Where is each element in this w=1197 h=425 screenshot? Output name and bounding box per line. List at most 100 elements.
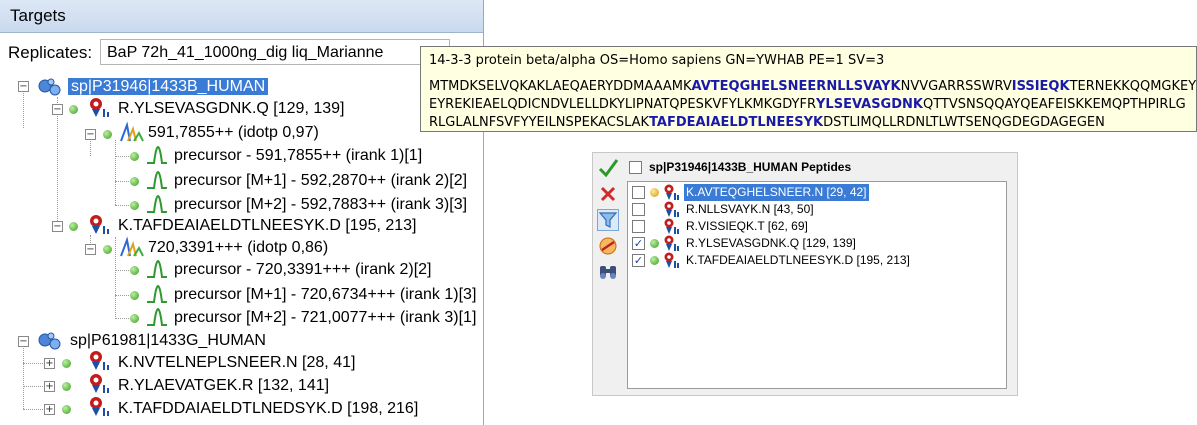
status-dot-icon [130,177,139,186]
tree-transition[interactable]: precursor [M+1] - 720,6734+++ (irank 1)[… [174,284,476,306]
status-dot-icon [130,266,139,275]
peptide-checkbox[interactable] [632,203,645,216]
sequence-text: QTTVSNSQQAYQEAFEISKKEMQPTHPIRLG [922,97,1186,112]
status-dot-icon [103,130,112,139]
collapse-toggle[interactable]: − [85,244,96,255]
tree-peptide[interactable]: R.YLSEVASGDNK.Q [129, 139] [118,98,344,120]
peptides-header: sp|P31946|1433B_HUMAN Peptides [649,160,852,174]
collapse-toggle[interactable]: − [52,104,63,115]
sequence-line: RLGLALNFSVFYYEILNSPEKACSLAKTAFDEAIAELDTL… [429,115,1105,130]
peptide-checkbox[interactable]: ✓ [632,254,645,267]
protein-label[interactable]: sp|P31946|1433B_HUMAN [68,78,269,95]
targets-panel-title: Targets [0,0,483,33]
sequence-highlight: TAFDEAIAELDTLNEESYK [649,115,824,130]
transition-peak-icon [147,284,167,303]
peptide-icon [90,351,109,370]
check-icon [598,159,619,178]
status-dot-icon [62,382,71,391]
peptide-checkbox[interactable] [632,220,645,233]
collapse-toggle[interactable]: − [52,221,63,232]
peptide-checkbox[interactable]: ✓ [632,237,645,250]
expand-toggle[interactable]: + [44,381,55,392]
peptide-label[interactable]: R.YLSEVASGDNK.Q [129, 139] [684,235,858,252]
peptide-icon [90,397,109,416]
collapse-toggle[interactable]: − [18,336,29,347]
tree-transition[interactable]: precursor [M+2] - 721,0077+++ (irank 3)[… [174,307,476,329]
peptide-icon [90,98,109,117]
list-item[interactable]: R.NLLSVAYK.N [43, 50] [628,201,998,218]
peptide-icon [90,215,109,234]
peptide-icon [664,235,679,251]
library-button[interactable] [597,235,619,257]
list-item[interactable]: R.VISSIEQK.T [62, 69] [628,218,998,235]
collapse-toggle[interactable]: − [85,129,96,140]
filter-icon [598,212,618,228]
find-button[interactable] [597,261,619,283]
status-dot-icon [69,222,78,231]
protein-icon [38,78,61,96]
tree-peptide[interactable]: K.TAFDEAIAELDTLNEESYK.D [195, 213] [118,215,417,237]
tree-precursor[interactable]: 720,3391+++ (idotp 0,86) [148,237,328,259]
transition-peak-icon [147,259,167,278]
sequence-text: TERNEKKQQMGKEYRE [1069,79,1197,94]
list-item[interactable]: ✓ K.TAFDEAIAELDTLNEESYK.D [195, 213] [628,252,998,269]
tree-peptide[interactable]: K.TAFDDAIAELDTLNEDSYK.D [198, 216] [118,398,418,420]
x-icon [600,186,616,202]
transition-peak-icon [147,307,167,326]
sequence-text: DSTLIMQLLRDNLTLWTSENQGDEGDAGEGEN [823,115,1105,130]
tree-transition[interactable]: precursor [M+1] - 592,2870++ (irank 2)[2… [174,170,467,192]
filter-button[interactable] [597,209,619,231]
peptide-icon [90,374,109,393]
peptide-label[interactable]: R.NLLSVAYK.N [43, 50] [684,201,816,218]
status-dot-icon [103,245,112,254]
peptide-icon [664,218,679,234]
peptide-icon [664,201,679,217]
protein-icon [38,332,61,350]
select-all-checkbox[interactable] [629,161,642,174]
peptide-label[interactable]: K.TAFDEAIAELDTLNEESYK.D [195, 213] [684,252,912,269]
tree-line [115,140,116,205]
peptide-label[interactable]: K.AVTEQGHELSNEER.N [29, 42] [684,184,869,201]
peptide-label[interactable]: R.VISSIEQK.T [62, 69] [684,218,810,235]
replicates-dropdown[interactable]: BaP 72h_41_1000ng_dig liq_Marianne [100,39,450,65]
expand-toggle[interactable]: + [44,404,55,415]
status-dot-icon [130,314,139,323]
tree-protein-p61981[interactable]: sp|P61981|1433G_HUMAN [70,330,266,352]
tree-line [23,345,24,409]
status-dot-icon [650,239,659,248]
peptide-list: K.AVTEQGHELSNEER.N [29, 42] R.NLLSVAYK.N… [627,181,1007,389]
status-dot-icon [130,291,139,300]
peptide-icon [664,184,679,200]
expand-toggle[interactable]: + [44,358,55,369]
sequence-line: EYREKIEAELQDICNDVLELLDKYLIPNATQPESKVFYLK… [429,97,1186,112]
tree-line [115,295,129,296]
collapse-toggle[interactable]: − [18,81,29,92]
tree-line [115,237,116,317]
transition-peak-icon [147,170,167,189]
tree-line [115,318,129,319]
tree-precursor[interactable]: 591,7855++ (idotp 0,97) [148,122,319,144]
list-item[interactable]: K.AVTEQGHELSNEER.N [29, 42] [628,184,998,201]
accept-button[interactable] [597,157,619,179]
tree-transition[interactable]: precursor - 591,7855++ (irank 1)[1] [174,145,422,167]
peptide-icon [664,252,679,268]
status-dot-icon [130,201,139,210]
replicates-label: Replicates: [8,43,93,62]
peptide-checkbox[interactable] [632,186,645,199]
tree-protein-p31946[interactable]: sp|P31946|1433B_HUMAN [68,76,269,98]
reject-button[interactable] [597,183,619,205]
status-dot-icon [650,188,659,197]
tree-transition[interactable]: precursor [M+2] - 592,7883++ (irank 3)[3… [174,194,467,216]
sequence-highlight: ISSIEQK [1011,79,1070,94]
tree-line [23,90,24,128]
status-dot-icon [650,256,659,265]
sequence-text: EYREKIEAELQDICNDVLELLDKYLIPNATQPESKVFYLK… [429,97,817,112]
sequence-highlight: YLSEVASGDNK [816,97,923,112]
tree-peptide[interactable]: K.NVTELNEPLSNEER.N [28, 41] [118,352,355,374]
list-item[interactable]: ✓ R.YLSEVASGDNK.Q [129, 139] [628,235,998,252]
tree-line [115,270,129,271]
transition-peak-icon [147,145,167,164]
tree-transition[interactable]: precursor - 720,3391+++ (irank 2)[2] [174,259,431,281]
sequence-text: RLGLALNFSVFYYEILNSPEKACSLAK [429,115,650,130]
tree-peptide[interactable]: R.YLAEVATGEK.R [132, 141] [118,375,329,397]
